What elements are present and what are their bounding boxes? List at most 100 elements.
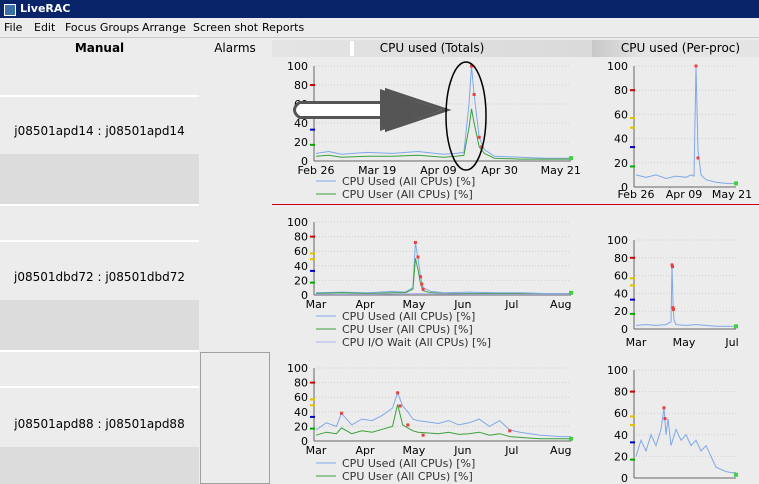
peak-marker xyxy=(421,433,425,437)
y-tick-label: 20 xyxy=(614,157,628,170)
x-tick-label: May 21 xyxy=(541,164,581,177)
end-marker xyxy=(569,156,573,161)
series-line xyxy=(315,258,571,295)
alarm-cell[interactable] xyxy=(200,352,270,484)
peak-marker xyxy=(663,417,667,421)
window-title: LiveRAC xyxy=(20,2,71,15)
peak-marker xyxy=(406,423,410,427)
peak-marker xyxy=(696,156,700,160)
y-tick-label: 80 xyxy=(614,84,628,97)
y-tick-label: 80 xyxy=(294,231,308,244)
menu-focus-groups[interactable]: Focus Groups xyxy=(65,21,139,34)
row-separator xyxy=(0,350,199,352)
x-tick-label: Aug xyxy=(550,444,571,457)
end-marker xyxy=(734,472,738,477)
legend-label: CPU I/O Wait (All CPUs) [%] xyxy=(342,336,491,349)
x-tick-label: Aug xyxy=(550,298,571,311)
menu-bar: File Edit Focus Groups Arrange Screen sh… xyxy=(0,18,759,38)
y-tick-label: 0 xyxy=(301,155,308,168)
y-tick-label: 100 xyxy=(607,60,628,73)
menu-arrange[interactable]: Arrange xyxy=(142,21,186,34)
x-tick-label: Apr 09 xyxy=(420,164,457,177)
y-tick-label: 20 xyxy=(614,450,628,463)
x-tick-label: Jun xyxy=(453,298,471,311)
row-separator xyxy=(0,95,199,97)
peak-marker xyxy=(694,64,698,68)
peak-marker xyxy=(508,429,512,433)
legend-label: CPU User (All CPUs) [%] xyxy=(342,323,473,336)
row-band xyxy=(0,300,199,350)
x-tick-label: Apr xyxy=(355,298,375,311)
legend-label: CPU User (All CPUs) [%] xyxy=(342,470,473,483)
series-line xyxy=(315,242,571,294)
title-bar: LiveRAC xyxy=(0,0,759,18)
x-tick-label: Mar 19 xyxy=(358,164,396,177)
y-tick-label: 80 xyxy=(294,377,308,390)
peak-marker xyxy=(413,240,417,244)
x-tick-label: May xyxy=(673,336,696,349)
row-spacer xyxy=(0,58,199,95)
menu-edit[interactable]: Edit xyxy=(34,21,55,34)
y-tick-label: 100 xyxy=(287,60,308,73)
legend-label: CPU Used (All CPUs) [%] xyxy=(342,310,475,323)
x-tick-label: Mar xyxy=(626,336,647,349)
y-tick-label: 60 xyxy=(294,245,308,258)
y-tick-label: 80 xyxy=(294,79,308,92)
peak-marker xyxy=(416,255,420,259)
x-tick-label: Apr xyxy=(355,444,375,457)
x-tick-label: Feb 26 xyxy=(298,164,335,177)
row-label-3[interactable]: j08501apd88 : j08501apd88 xyxy=(0,417,199,431)
peak-marker xyxy=(420,282,424,286)
y-tick-label: 0 xyxy=(301,435,308,448)
menu-file[interactable]: File xyxy=(4,21,22,34)
end-marker xyxy=(569,290,573,295)
y-tick-label: 40 xyxy=(294,117,308,130)
series-line xyxy=(316,292,571,295)
x-tick-label: Mar xyxy=(306,298,327,311)
highlight-ellipse xyxy=(445,61,487,171)
y-tick-label: 0 xyxy=(621,181,628,194)
x-tick-label: Jul xyxy=(504,444,518,457)
y-tick-label: 80 xyxy=(614,386,628,399)
rows-header[interactable]: Manual xyxy=(0,39,199,58)
y-tick-label: 60 xyxy=(294,98,308,111)
y-tick-label: 100 xyxy=(607,364,628,377)
peak-marker xyxy=(477,135,481,139)
x-tick-label: Jun xyxy=(453,444,471,457)
y-tick-label: 20 xyxy=(294,420,308,433)
menu-reports[interactable]: Reports xyxy=(262,21,304,34)
peak-marker xyxy=(671,306,675,310)
row-label-1[interactable]: j08501apd14 : j08501apd14 xyxy=(0,124,199,138)
y-tick-label: 40 xyxy=(614,133,628,146)
peak-marker xyxy=(671,265,674,269)
legend-label: CPU Used (All CPUs) [%] xyxy=(342,457,475,470)
peak-marker xyxy=(470,64,474,68)
peak-marker xyxy=(672,307,675,311)
series-line xyxy=(315,108,571,160)
peak-marker xyxy=(662,406,666,410)
y-tick-label: 20 xyxy=(614,305,628,318)
series-line xyxy=(315,65,571,159)
y-tick-label: 60 xyxy=(614,108,628,121)
row-label-2[interactable]: j08501dbd72 : j08501dbd72 xyxy=(0,270,199,284)
peak-marker xyxy=(421,287,425,291)
y-tick-label: 0 xyxy=(621,472,628,484)
peak-marker xyxy=(340,411,343,415)
menu-screen-shot[interactable]: Screen shot xyxy=(193,21,258,34)
end-marker xyxy=(734,181,738,186)
y-tick-label: 0 xyxy=(621,323,628,336)
legend-label: CPU Used (All CPUs) [%] xyxy=(342,175,475,188)
totals-header[interactable]: CPU used (Totals) xyxy=(272,39,592,58)
x-tick-label: Apr 09 xyxy=(666,188,703,201)
row-band xyxy=(0,447,199,484)
peak-marker xyxy=(396,391,400,395)
y-tick-label: 40 xyxy=(294,260,308,273)
y-tick-label: 100 xyxy=(287,216,308,229)
x-tick-label: Jul xyxy=(724,336,738,349)
peak-marker xyxy=(419,275,423,279)
row-separator xyxy=(0,386,199,388)
perproc-header[interactable]: CPU used (Per-proc) xyxy=(602,39,759,58)
x-tick-label: May 21 xyxy=(712,188,752,201)
alarms-header[interactable]: Alarms xyxy=(200,39,270,58)
y-tick-label: 100 xyxy=(607,234,628,247)
